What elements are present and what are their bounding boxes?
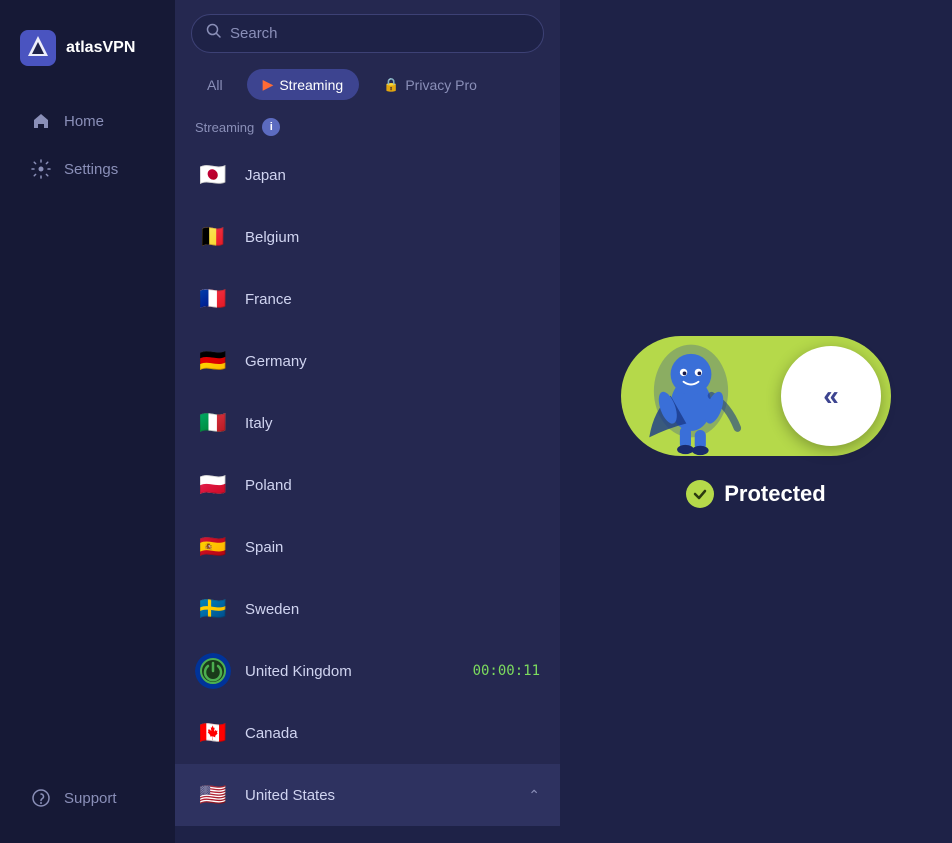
home-label: Home [64,113,104,130]
chevron-left-icon: « [823,380,839,412]
support-icon [30,787,52,809]
sidebar-item-support[interactable]: Support [10,775,165,821]
vpn-toggle-container: « Protected [621,336,891,508]
flag-us: 🇺🇸 [195,777,231,813]
flag-italy: 🇮🇹 [195,405,231,441]
sidebar-item-home[interactable]: Home [10,98,165,144]
section-header: Streaming i [175,110,560,144]
flag-france: 🇫🇷 [195,281,231,317]
protected-status: Protected [686,480,825,508]
vpn-mascot [631,326,751,456]
server-name: Canada [245,725,540,742]
flag-poland: 🇵🇱 [195,467,231,503]
flag-sweden: 🇸🇪 [195,591,231,627]
right-panel: « Protected [560,0,952,843]
list-item[interactable]: 🇵🇱 Poland [175,454,560,516]
flag-japan: 🇯🇵 [195,157,231,193]
server-name: Spain [245,539,540,556]
list-item[interactable]: 🇨🇦 Canada [175,702,560,764]
tab-all[interactable]: All [191,70,239,100]
list-item[interactable]: 🇫🇷 France [175,268,560,330]
server-name: United States [245,787,514,804]
list-item[interactable]: 🇪🇸 Spain [175,516,560,578]
search-bar [191,14,544,53]
flag-spain: 🇪🇸 [195,529,231,565]
list-item[interactable]: 🇩🇪 Germany [175,330,560,392]
vpn-toggle[interactable]: « [621,336,891,456]
server-name: United Kingdom [245,663,459,680]
support-label: Support [64,790,117,807]
list-item[interactable]: 🇧🇪 Belgium [175,206,560,268]
list-item[interactable]: 🇸🇪 Sweden [175,578,560,640]
flag-canada: 🇨🇦 [195,715,231,751]
logo-text: atlasVPN [66,39,135,57]
connection-timer: 00:00:11 [473,663,540,679]
server-name: France [245,291,540,308]
home-icon [30,110,52,132]
list-item[interactable]: 🇯🇵 Japan [175,144,560,206]
list-item[interactable]: United Kingdom 00:00:11 [175,640,560,702]
list-item[interactable]: 🇮🇹 Italy [175,392,560,454]
info-icon[interactable]: i [262,118,280,136]
settings-icon [30,158,52,180]
server-name: Belgium [245,229,540,246]
tab-privacy-pro[interactable]: 🔒 Privacy Pro [367,70,493,100]
flag-uk [195,653,231,689]
logo-area: atlasVPN [0,20,175,96]
server-name: Sweden [245,601,540,618]
tabs-area: All ▶ Streaming 🔒 Privacy Pro [175,63,560,110]
server-panel: All ▶ Streaming 🔒 Privacy Pro Streaming … [175,0,560,843]
atlas-logo-icon [20,30,56,66]
vpn-toggle-thumb[interactable]: « [781,346,881,446]
tab-streaming[interactable]: ▶ Streaming [247,69,360,100]
lock-icon: 🔒 [383,77,399,93]
server-name: Italy [245,415,540,432]
sidebar: atlasVPN Home Settings [0,0,175,843]
search-input[interactable] [230,25,529,42]
search-bar-area [175,0,560,63]
streaming-tab-icon: ▶ [263,76,274,93]
chevron-up-icon: ⌃ [528,787,540,804]
server-name: Germany [245,353,540,370]
server-name: Poland [245,477,540,494]
sidebar-bottom: Support [0,773,175,823]
sidebar-item-settings[interactable]: Settings [10,146,165,192]
settings-label: Settings [64,161,118,178]
flag-germany: 🇩🇪 [195,343,231,379]
search-icon [206,23,222,44]
flag-dallas: 🇺🇸 [225,839,253,843]
protected-label: Protected [724,481,825,507]
server-list: 🇯🇵 Japan 🇧🇪 Belgium 🇫🇷 France 🇩🇪 Germany… [175,144,560,843]
sidebar-nav: Home Settings [0,96,175,194]
list-item-dallas[interactable]: 🇺🇸 Dallas [175,826,560,843]
protected-check-icon [686,480,714,508]
flag-belgium: 🇧🇪 [195,219,231,255]
section-label: Streaming [195,120,254,135]
list-item-us[interactable]: 🇺🇸 United States ⌃ [175,764,560,826]
server-name: Japan [245,167,540,184]
